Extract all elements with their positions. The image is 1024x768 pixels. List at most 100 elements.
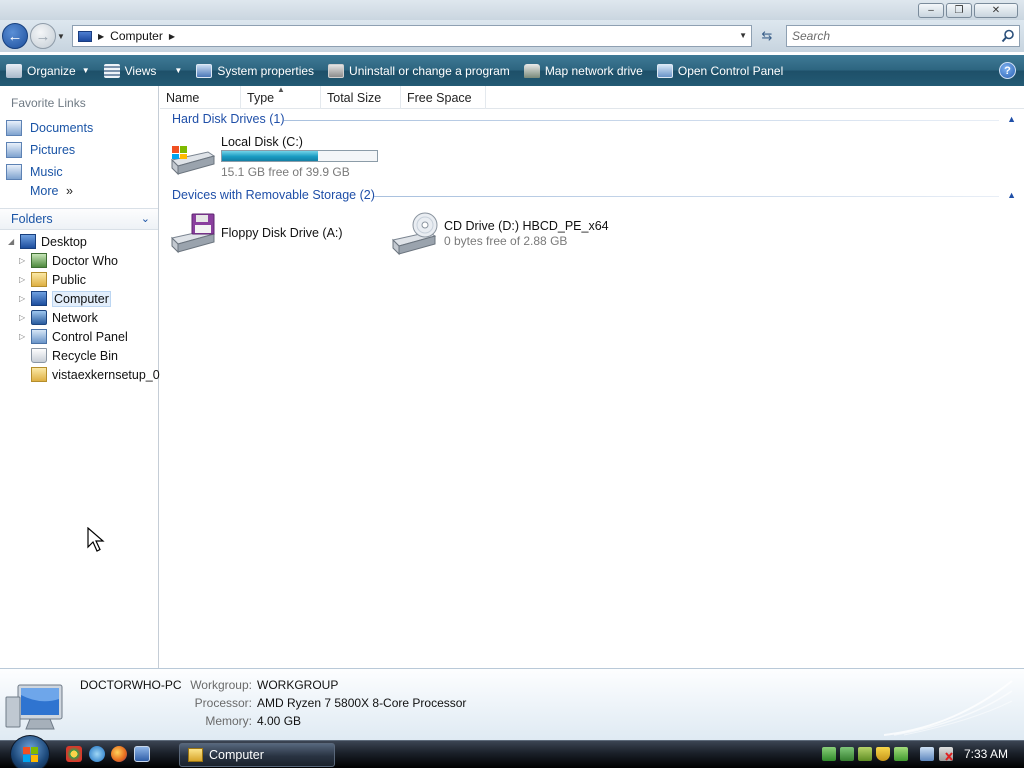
title-bar: – ❐ ✕	[0, 0, 1024, 20]
close-button[interactable]: ✕	[974, 3, 1018, 18]
network-drive-icon	[523, 63, 540, 78]
open-control-panel-button[interactable]: Open Control Panel	[651, 55, 789, 86]
start-button[interactable]	[10, 735, 50, 768]
memory-value: 4.00 GB	[257, 714, 302, 728]
tree-item-network[interactable]: ▷ Network	[19, 308, 98, 327]
breadcrumb-arrow-icon[interactable]: ▶	[98, 32, 104, 41]
internet-explorer-icon[interactable]	[89, 746, 105, 762]
tree-label: Network	[52, 310, 98, 325]
tree-label: Public	[52, 272, 87, 287]
tree-item-control-panel[interactable]: ▷ Control Panel	[19, 327, 128, 346]
favorite-label: Music	[30, 165, 63, 179]
search-icon[interactable]	[1001, 29, 1015, 43]
expand-triangle-icon[interactable]: ▷	[19, 313, 29, 322]
recent-pages-dropdown[interactable]: ▼	[57, 32, 65, 41]
expanded-triangle-icon[interactable]: ◢	[8, 237, 18, 246]
volume-muted-icon[interactable]	[939, 747, 953, 761]
back-arrow-icon: ←	[7, 27, 23, 45]
collapse-group-icon[interactable]: ▲	[1007, 114, 1016, 124]
mouse-cursor-icon	[87, 527, 105, 552]
firefox-icon[interactable]	[111, 746, 127, 762]
forward-button[interactable]: →	[30, 23, 56, 49]
back-button[interactable]: ←	[2, 23, 28, 49]
hard-disk-icon	[171, 146, 216, 176]
breadcrumb-arrow-icon[interactable]: ▶	[169, 32, 175, 41]
group-divider	[374, 196, 999, 197]
favorite-pictures[interactable]: Pictures	[6, 140, 75, 160]
uninstall-program-button[interactable]: Uninstall or change a program	[322, 55, 516, 86]
navigation-bar: ← → ▼ ▶ Computer ▶ ▼ ⇆	[0, 20, 1024, 52]
chevron-down-icon: ▼	[174, 66, 183, 75]
expand-triangle-icon[interactable]: ▷	[19, 332, 29, 341]
tree-item-public[interactable]: ▷ Public	[19, 270, 86, 289]
tree-item-doctor-who[interactable]: ▷ Doctor Who	[19, 251, 118, 270]
show-desktop-icon[interactable]	[134, 746, 150, 762]
minimize-button[interactable]: –	[918, 3, 944, 18]
floppy-drive-icon	[171, 213, 216, 254]
computer-monitor-icon	[5, 684, 63, 730]
tree-label: Doctor Who	[52, 253, 118, 268]
column-label: Type	[247, 90, 275, 105]
music-icon	[6, 164, 22, 180]
column-name[interactable]: Name	[160, 86, 241, 109]
breadcrumb-computer[interactable]: Computer	[110, 29, 163, 43]
organize-button[interactable]: Organize ▼	[0, 55, 96, 86]
drive-name: CD Drive (D:) HBCD_PE_x64	[444, 219, 609, 233]
address-dropdown-icon[interactable]: ▼	[739, 31, 747, 40]
taskbar-button-label: Computer	[209, 748, 264, 762]
views-button[interactable]: Views ▼	[98, 55, 189, 86]
tree-label: Desktop	[41, 234, 87, 249]
organize-icon	[6, 63, 22, 78]
favorite-documents[interactable]: Documents	[6, 118, 93, 138]
tray-check-icon[interactable]	[894, 747, 908, 761]
refresh-button[interactable]: ⇆	[756, 25, 778, 47]
tree-item-vistaexkernsetup[interactable]: vistaexkernsetup_03	[19, 365, 167, 384]
favorite-more-link[interactable]: More »	[30, 184, 73, 198]
maximize-button[interactable]: ❐	[946, 3, 972, 18]
views-icon	[103, 63, 120, 78]
map-network-drive-button[interactable]: Map network drive	[518, 55, 649, 86]
tree-label: vistaexkernsetup_03	[52, 367, 167, 382]
group-header-hard-disk-drives[interactable]: Hard Disk Drives (1)	[172, 112, 285, 126]
computer-name: DOCTORWHO-PC	[80, 678, 182, 692]
folder-icon	[188, 748, 203, 762]
system-properties-icon	[196, 63, 213, 78]
security-shield-icon[interactable]	[876, 747, 890, 761]
control-panel-icon	[656, 63, 673, 78]
programs-icon	[328, 63, 345, 78]
tray-network-status-icon[interactable]	[920, 747, 934, 761]
group-title: Devices with Removable Storage (2)	[172, 188, 375, 202]
expand-triangle-icon[interactable]: ▷	[19, 275, 29, 284]
tree-item-computer[interactable]: ▷ Computer	[19, 289, 111, 308]
refresh-icon: ⇆	[761, 28, 773, 43]
folders-header[interactable]: Folders ⌄	[0, 208, 158, 230]
collapse-group-icon[interactable]: ▲	[1007, 190, 1016, 200]
group-header-removable-storage[interactable]: Devices with Removable Storage (2)	[172, 188, 375, 202]
search-input[interactable]	[792, 29, 992, 43]
column-free-space[interactable]: Free Space	[401, 86, 486, 109]
address-bar[interactable]: ▶ Computer ▶ ▼	[72, 25, 752, 47]
system-properties-button[interactable]: System properties	[190, 55, 320, 86]
tray-arrows-icon[interactable]	[822, 747, 836, 761]
tree-item-recycle-bin[interactable]: Recycle Bin	[19, 346, 118, 365]
workgroup-value: WORKGROUP	[257, 678, 339, 692]
group-divider	[284, 120, 999, 121]
favorite-music[interactable]: Music	[6, 162, 63, 182]
taskbar-clock[interactable]: 7:33 AM	[964, 747, 1008, 761]
uninstall-program-label: Uninstall or change a program	[349, 63, 510, 78]
expand-triangle-icon[interactable]: ▷	[19, 256, 29, 265]
map-network-drive-label: Map network drive	[544, 63, 643, 78]
favorite-label: Documents	[30, 121, 94, 135]
memory-label: Memory:	[205, 714, 252, 728]
help-button[interactable]: ?	[999, 62, 1016, 79]
expand-triangle-icon[interactable]: ▷	[19, 294, 29, 303]
search-box[interactable]	[786, 25, 1020, 47]
group-title: Hard Disk Drives (1)	[172, 112, 285, 126]
column-total-size[interactable]: Total Size	[321, 86, 401, 109]
tree-item-desktop[interactable]: ◢ Desktop	[8, 232, 87, 251]
taskbar-button-computer[interactable]: Computer	[179, 743, 335, 767]
tray-sync-icon[interactable]	[858, 747, 872, 761]
chrome-icon[interactable]	[66, 746, 82, 762]
column-type[interactable]: Type ▲	[241, 85, 321, 109]
tray-network-icon[interactable]	[840, 747, 854, 761]
